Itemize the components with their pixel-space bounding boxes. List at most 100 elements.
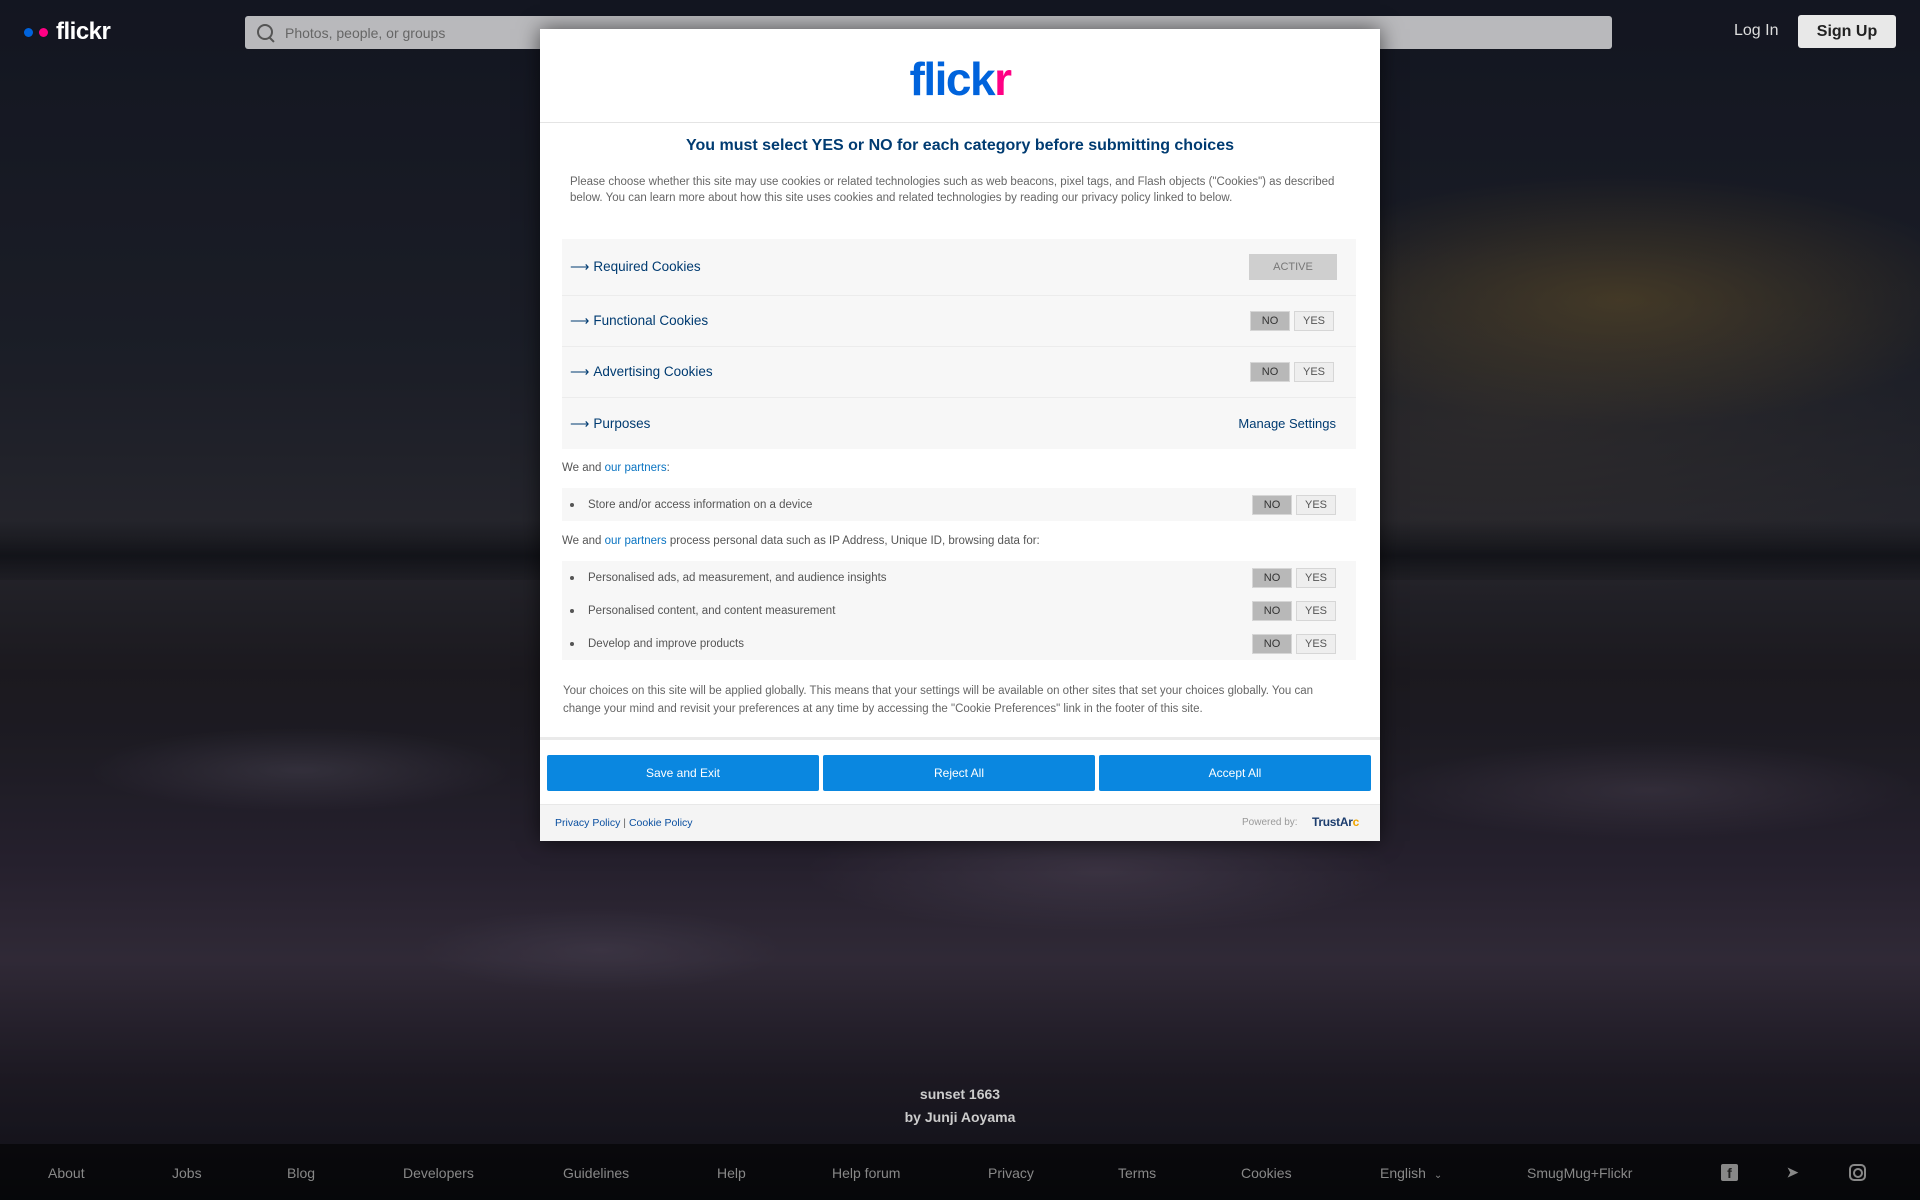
footer-link-guidelines[interactable]: Guidelines <box>563 1165 629 1181</box>
footer-link-jobs[interactable]: Jobs <box>172 1165 202 1181</box>
bullet-icon <box>570 502 574 507</box>
category-required[interactable]: ⟶ Required Cookies ACTIVE <box>562 239 1356 296</box>
purpose-text: Store and/or access information on a dev… <box>588 498 813 511</box>
accept-all-button[interactable]: Accept All <box>1099 755 1371 791</box>
footer-link-developers[interactable]: Developers <box>403 1165 474 1181</box>
reject-all-button[interactable]: Reject All <box>823 755 1095 791</box>
signup-button[interactable]: Sign Up <box>1798 15 1896 48</box>
photo-author[interactable]: by Junji Aoyama <box>0 1109 1920 1125</box>
arrow-right-icon: ⟶ <box>570 259 590 274</box>
partners-prefix: We and <box>562 535 605 547</box>
language-selector[interactable]: English ⌄ <box>1380 1165 1442 1181</box>
arrow-right-icon: ⟶ <box>570 313 590 328</box>
purpose-list-processing: Personalised ads, ad measurement, and au… <box>562 561 1356 660</box>
search-icon[interactable] <box>255 22 277 44</box>
category-label: ⟶ Purposes <box>570 416 650 432</box>
logo-main-text: flick <box>909 52 996 105</box>
flickr-logo[interactable]: flickr <box>24 18 111 46</box>
bullet-icon <box>570 608 574 613</box>
no-button[interactable]: NO <box>1250 362 1290 382</box>
logo-accent-text: r <box>994 52 1012 105</box>
partners-suffix: : <box>666 462 670 474</box>
consent-toggle: NO YES <box>1252 600 1336 621</box>
dialog-footer: Privacy Policy | Cookie Policy Powered b… <box>540 805 1380 841</box>
photo-title[interactable]: sunset 1663 <box>0 1086 1920 1102</box>
no-button[interactable]: NO <box>1250 311 1290 331</box>
link-separator: | <box>623 817 627 829</box>
arrow-right-icon: ⟶ <box>570 364 590 379</box>
consent-toggle: NO YES <box>1252 494 1336 515</box>
purpose-row: Personalised ads, ad measurement, and au… <box>562 561 1356 594</box>
cookie-consent-dialog: flickr You must select YES or NO for eac… <box>540 29 1380 841</box>
privacy-policy-link[interactable]: Privacy Policy <box>555 817 620 829</box>
footer-link-help-forum[interactable]: Help forum <box>832 1165 900 1181</box>
logo-text: flickr <box>56 18 111 45</box>
login-link[interactable]: Log In <box>1734 22 1778 40</box>
logo-pink-dot-icon <box>39 27 48 37</box>
category-label: ⟶ Functional Cookies <box>570 313 708 329</box>
chevron-down-icon: ⌄ <box>1433 1170 1443 1181</box>
consent-toggle: NO YES <box>1250 362 1334 382</box>
yes-button[interactable]: YES <box>1296 567 1336 588</box>
category-name: Required Cookies <box>593 259 701 274</box>
partners-prefix: We and <box>562 462 605 474</box>
no-button[interactable]: NO <box>1252 494 1292 515</box>
category-advertising[interactable]: ⟶ Advertising Cookies NO YES <box>562 347 1356 398</box>
no-button[interactable]: NO <box>1252 633 1292 654</box>
category-name: Advertising Cookies <box>593 364 713 379</box>
language-label: English <box>1380 1165 1426 1181</box>
category-label: ⟶ Advertising Cookies <box>570 364 713 380</box>
footer-link-smugmug[interactable]: SmugMug+Flickr <box>1527 1165 1632 1181</box>
footer-link-cookies[interactable]: Cookies <box>1241 1165 1292 1181</box>
partners-link[interactable]: our partners <box>605 462 667 474</box>
policy-links: Privacy Policy | Cookie Policy <box>555 817 693 829</box>
yes-button[interactable]: YES <box>1296 494 1336 515</box>
footer-link-privacy[interactable]: Privacy <box>988 1165 1034 1181</box>
category-name: Functional Cookies <box>593 313 709 328</box>
category-label: ⟶ Required Cookies <box>570 259 701 275</box>
footer-link-blog[interactable]: Blog <box>287 1165 315 1181</box>
arrow-right-icon: ⟶ <box>570 415 590 431</box>
purpose-text: Personalised ads, ad measurement, and au… <box>588 571 887 584</box>
partners-intro-2: We and our partners process personal dat… <box>562 535 1040 547</box>
category-purposes[interactable]: ⟶ Purposes Manage Settings <box>562 398 1356 449</box>
page-footer: About Jobs Blog Developers Guidelines He… <box>0 1144 1920 1200</box>
dialog-flickr-logo: flickr <box>909 52 1012 106</box>
purpose-row: Develop and improve products NO YES <box>562 627 1356 660</box>
consent-toggle: NO YES <box>1250 311 1334 331</box>
purpose-row: Store and/or access information on a dev… <box>562 488 1356 521</box>
dialog-title: You must select YES or NO for each categ… <box>686 137 1234 154</box>
dialog-actions: Save and Exit Reject All Accept All <box>540 737 1380 805</box>
save-and-exit-button[interactable]: Save and Exit <box>547 755 819 791</box>
manage-settings-link[interactable]: Manage Settings <box>1238 416 1336 431</box>
category-functional[interactable]: ⟶ Functional Cookies NO YES <box>562 296 1356 347</box>
purpose-row: Personalised content, and content measur… <box>562 594 1356 627</box>
powered-by-label: Powered by: <box>1242 817 1298 828</box>
partners-link[interactable]: our partners <box>605 535 667 547</box>
consent-toggle: NO YES <box>1252 633 1336 654</box>
purpose-text: Personalised content, and content measur… <box>588 604 836 617</box>
cookie-category-list: ⟶ Required Cookies ACTIVE ⟶ Functional Coo… <box>562 239 1356 449</box>
footer-link-about[interactable]: About <box>48 1165 85 1181</box>
vendor-main: TrustAr <box>1312 815 1353 829</box>
partners-suffix: process personal data such as IP Address… <box>666 535 1040 547</box>
global-choices-note: Your choices on this site will be applie… <box>563 685 1314 715</box>
partners-intro-1: We and our partners: <box>562 462 670 474</box>
purpose-list-storage: Store and/or access information on a dev… <box>562 488 1356 521</box>
cookie-policy-link[interactable]: Cookie Policy <box>629 817 693 829</box>
no-button[interactable]: NO <box>1252 567 1292 588</box>
footer-link-help[interactable]: Help <box>717 1165 746 1181</box>
yes-button[interactable]: YES <box>1294 362 1334 382</box>
bullet-icon <box>570 575 574 580</box>
facebook-icon[interactable]: f <box>1721 1164 1738 1181</box>
yes-button[interactable]: YES <box>1296 633 1336 654</box>
dialog-header: flickr <box>540 29 1380 123</box>
twitter-icon[interactable]: ➤ <box>1784 1164 1801 1181</box>
no-button[interactable]: NO <box>1252 600 1292 621</box>
trustarc-logo[interactable]: TrustArc <box>1312 815 1359 829</box>
instagram-icon[interactable] <box>1849 1164 1866 1181</box>
yes-button[interactable]: YES <box>1294 311 1334 331</box>
footer-link-terms[interactable]: Terms <box>1118 1165 1156 1181</box>
consent-toggle: NO YES <box>1252 567 1336 588</box>
yes-button[interactable]: YES <box>1296 600 1336 621</box>
